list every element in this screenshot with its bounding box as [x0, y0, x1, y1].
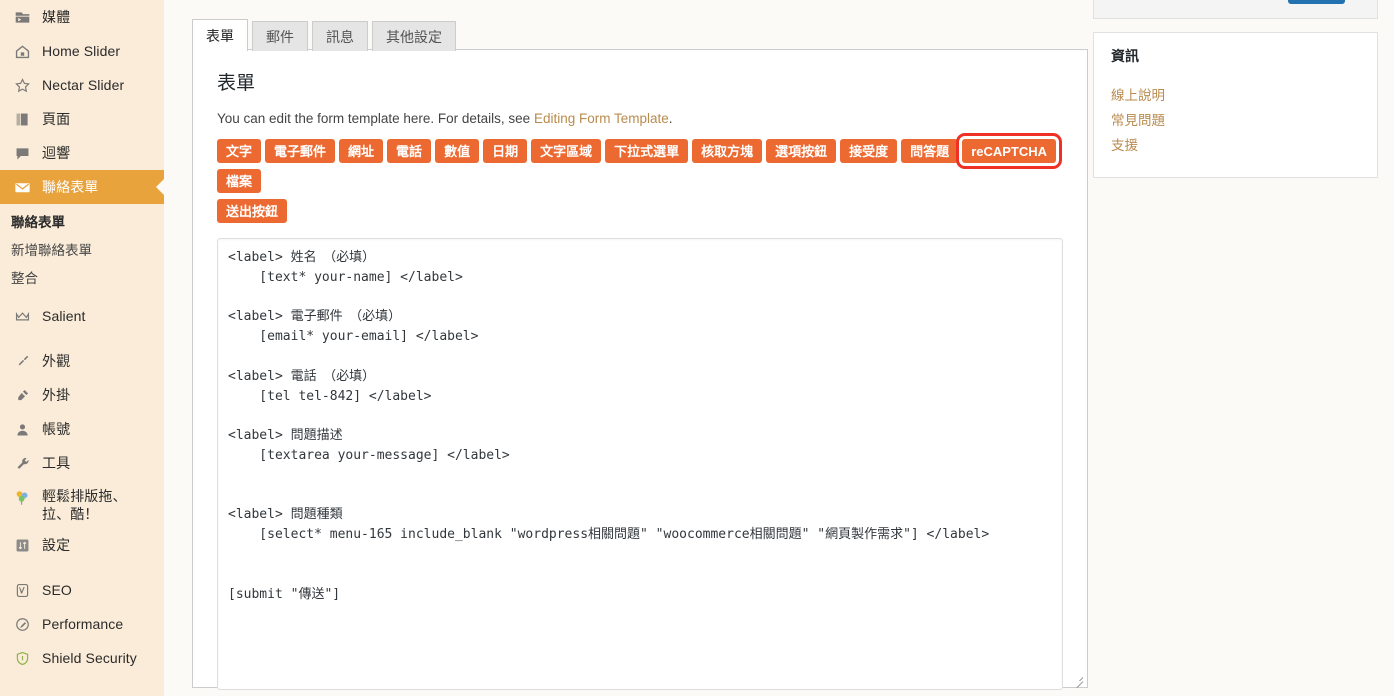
sidebar-item-label: 帳號: [42, 421, 71, 437]
sidebar-item-nectar-slider[interactable]: Nectar Slider: [0, 68, 164, 102]
comments-icon: [11, 143, 33, 163]
sidebar-item-users[interactable]: 帳號: [0, 412, 164, 446]
sidebar-item-shield-security[interactable]: Shield Security: [0, 641, 164, 675]
info-link-docs[interactable]: 線上說明: [1111, 83, 1360, 108]
sidebar-divider: [0, 333, 164, 344]
home-icon: [11, 41, 33, 61]
tag-button-email[interactable]: 電子郵件: [265, 139, 336, 163]
info-metabox-title: 資訊: [1111, 48, 1139, 64]
sidebar-item-salient[interactable]: Salient: [0, 299, 164, 333]
plugin-plug-icon: [11, 385, 33, 405]
sidebar-item-label: Nectar Slider: [42, 77, 125, 93]
form-editor-panel: 表單 You can edit the form template here. …: [192, 49, 1088, 690]
tag-button-submit[interactable]: 送出按鈕: [217, 199, 288, 223]
tab-additional-settings[interactable]: 其他設定: [372, 21, 456, 51]
tag-button-acceptance[interactable]: 接受度: [840, 139, 898, 163]
save-button[interactable]: [1288, 0, 1345, 4]
sidebar-item-page-builder[interactable]: 輕鬆排版拖、拉、酷！: [0, 480, 164, 528]
sidebar-item-performance[interactable]: Performance: [0, 607, 164, 641]
sidebar-item-tools[interactable]: 工具: [0, 446, 164, 480]
settings-sliders-icon: [11, 535, 33, 555]
sidebar-item-seo[interactable]: SEO: [0, 573, 164, 607]
tag-button-dropdown[interactable]: 下拉式選單: [605, 139, 689, 163]
tab-mail[interactable]: 郵件: [252, 21, 308, 51]
tag-button-radio[interactable]: 選項按鈕: [766, 139, 837, 163]
admin-sidebar: 媒體 Home Slider Nectar Slider 頁面 迴響 聯絡表單 …: [0, 0, 164, 696]
users-icon: [11, 419, 33, 439]
crown-icon: [11, 306, 33, 326]
sidebar-item-comments[interactable]: 迴響: [0, 136, 164, 170]
tag-button-textarea[interactable]: 文字區域: [531, 139, 602, 163]
sidebar-item-pages[interactable]: 頁面: [0, 102, 164, 136]
sidebar-item-appearance[interactable]: 外觀: [0, 344, 164, 378]
sidebar-item-plugins[interactable]: 外掛: [0, 378, 164, 412]
sidebar-item-settings[interactable]: 設定: [0, 528, 164, 562]
tag-generator-toolbar: 文字 電子郵件 網址 電話 數值 日期 文字區域 下拉式選單 核取方塊 選項按鈕…: [217, 133, 1065, 229]
sidebar-item-label: 輕鬆排版拖、拉、酷！: [42, 488, 127, 522]
sidebar-item-label: 外掛: [42, 387, 71, 403]
tag-button-recaptcha[interactable]: reCAPTCHA: [956, 133, 1063, 169]
tag-button-file[interactable]: 檔案: [217, 169, 262, 193]
tag-button-checkbox[interactable]: 核取方塊: [692, 139, 763, 163]
sidebar-item-label: 聯絡表單: [42, 179, 99, 195]
sidebar-item-label: 外觀: [42, 353, 71, 369]
tag-button-url[interactable]: 網址: [339, 139, 384, 163]
pages-icon: [11, 109, 33, 129]
description-text: You can edit the form template here. For…: [217, 111, 534, 126]
tag-button-tel[interactable]: 電話: [387, 139, 432, 163]
textarea-resize-handle[interactable]: [1071, 671, 1085, 689]
tag-generator-row-1: 文字 電子郵件 網址 電話 數值 日期 文字區域 下拉式選單 核取方塊 選項按鈕…: [217, 133, 1065, 199]
sidebar-item-contact-form[interactable]: 聯絡表單: [0, 170, 164, 204]
sidebar-item-label: 迴響: [42, 145, 71, 161]
media-icon: [11, 7, 33, 27]
info-link-faq[interactable]: 常見問題: [1111, 108, 1360, 133]
right-sidebar: 資訊 線上說明 常見問題 支援: [1093, 0, 1378, 178]
appearance-brush-icon: [11, 351, 33, 371]
description-suffix: .: [668, 111, 673, 126]
settings-tabs: 表單 郵件 訊息 其他設定: [192, 19, 460, 51]
info-metabox: 資訊 線上說明 常見問題 支援: [1093, 32, 1378, 178]
shield-icon: [11, 648, 33, 668]
sidebar-item-media[interactable]: 媒體: [0, 0, 164, 34]
performance-icon: [11, 614, 33, 634]
sidebar-divider: [0, 562, 164, 573]
sidebar-item-home-slider[interactable]: Home Slider: [0, 34, 164, 68]
tools-wrench-icon: [11, 453, 33, 473]
yoast-seo-icon: [11, 580, 33, 600]
star-icon: [11, 75, 33, 95]
sidebar-item-label: 設定: [42, 537, 71, 553]
sidebar-submenu-item-add-new[interactable]: 新增聯絡表單: [0, 237, 164, 265]
sidebar-submenu-item-contact-forms[interactable]: 聯絡表單: [0, 209, 164, 237]
save-metabox: [1093, 0, 1378, 19]
form-template-textarea[interactable]: <label> 姓名 （必填） [text* your-name] </labe…: [217, 238, 1063, 690]
sidebar-item-label: Shield Security: [42, 650, 137, 666]
tag-generator-row-2: 送出按鈕: [217, 199, 1065, 229]
tag-button-quiz[interactable]: 問答題: [901, 139, 959, 163]
sidebar-item-label: Home Slider: [42, 43, 121, 59]
admin-screen: 媒體 Home Slider Nectar Slider 頁面 迴響 聯絡表單 …: [0, 0, 1394, 696]
sidebar-item-label: 頁面: [42, 111, 71, 127]
tag-button-text[interactable]: 文字: [217, 139, 262, 163]
tag-button-number[interactable]: 數值: [435, 139, 480, 163]
sidebar-item-label: Salient: [42, 308, 86, 324]
sidebar-item-label: Performance: [42, 616, 124, 632]
sidebar-item-label: SEO: [42, 582, 72, 598]
tag-button-date[interactable]: 日期: [483, 139, 528, 163]
tab-messages[interactable]: 訊息: [312, 21, 368, 51]
sidebar-submenu-item-integration[interactable]: 整合: [0, 265, 164, 293]
balloons-icon: [11, 487, 33, 507]
editing-form-template-link[interactable]: Editing Form Template: [534, 111, 669, 126]
sidebar-item-label: 媒體: [42, 9, 71, 25]
info-link-support[interactable]: 支援: [1111, 133, 1360, 158]
page-title: 表單: [217, 73, 256, 94]
sidebar-submenu-contact-form: 聯絡表單 新增聯絡表單 整合: [0, 204, 164, 299]
tab-form[interactable]: 表單: [192, 19, 248, 51]
envelope-icon: [11, 177, 33, 197]
panel-description: You can edit the form template here. For…: [217, 110, 1063, 128]
sidebar-item-label: 工具: [42, 455, 71, 471]
